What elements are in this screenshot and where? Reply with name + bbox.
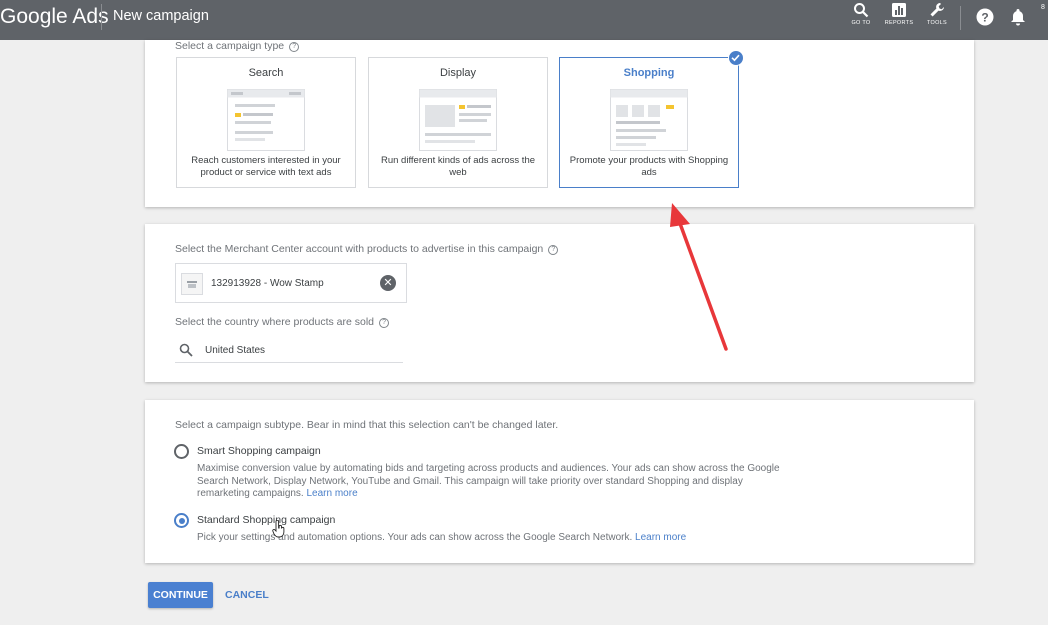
hand-cursor-icon — [272, 520, 285, 538]
annotation-arrow — [670, 203, 728, 351]
